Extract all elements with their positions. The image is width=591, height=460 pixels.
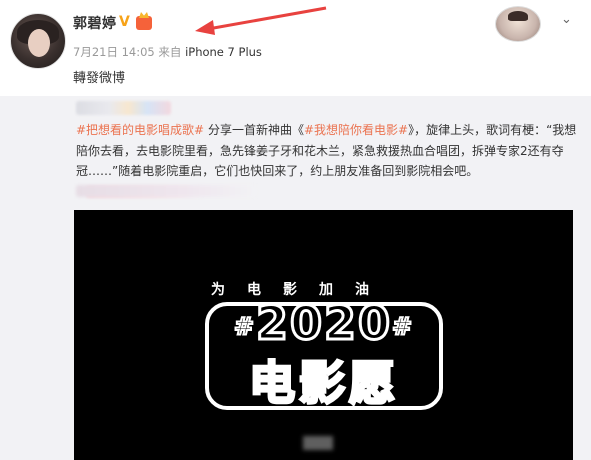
blurred-original-author	[76, 101, 171, 115]
username[interactable]: 郭碧婷	[73, 13, 117, 33]
source-prefix: 来自	[158, 45, 182, 59]
logo-year-text: 2020	[254, 295, 393, 352]
user-avatar[interactable]	[10, 13, 66, 69]
repost-label: 轉發微博	[73, 71, 126, 86]
verified-icon: V	[119, 14, 130, 30]
current-user-avatar[interactable]	[495, 6, 541, 42]
logo-hash: #	[233, 312, 256, 342]
post-meta: 7月21日 14:05 来自 iPhone 7 Plus	[73, 44, 262, 60]
post-text-part: 分享一首新神曲《	[204, 123, 304, 137]
topic-link[interactable]: #我想陪你看电影#	[304, 123, 408, 137]
device-source: iPhone 7 Plus	[185, 45, 262, 59]
logo-hash: #	[391, 312, 415, 342]
blurred-watermark	[303, 436, 333, 450]
post-date[interactable]: 7月21日 14:05	[73, 45, 155, 59]
arrow-annotation-icon	[195, 6, 327, 35]
topic-link[interactable]: #把想看的电影唱成歌#	[76, 123, 204, 137]
logo-title: 电影愿	[248, 355, 399, 412]
chevron-down-icon[interactable]: ⌄	[561, 12, 572, 27]
blurred-text	[76, 185, 256, 197]
logo-year: #2020#	[213, 295, 435, 352]
